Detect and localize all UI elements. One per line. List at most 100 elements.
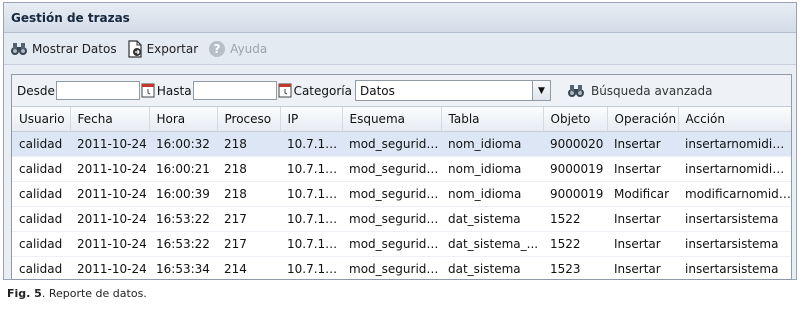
dropdown-arrow-icon[interactable]: ▼ <box>531 81 550 100</box>
table-cell: 2011-10-24 <box>70 181 149 207</box>
panel-title: Gestión de trazas <box>4 3 796 33</box>
table-cell: 16:00:21 <box>149 156 217 182</box>
table-cell: 1523 <box>543 256 607 279</box>
column-header[interactable]: Hora <box>149 107 218 132</box>
table-row[interactable]: calidad 2011-10-24 16:53:34 214 10.7.15.… <box>12 256 791 279</box>
column-header[interactable]: Fecha <box>70 107 150 132</box>
table-cell: insertarsistema <box>678 256 791 279</box>
table-cell: 218 <box>217 181 280 207</box>
table-cell: 16:53:22 <box>149 206 217 232</box>
table-row[interactable]: calidad 2011-10-24 16:00:32 218 10.7.15.… <box>12 131 791 157</box>
table-cell: 10.7.15.5 <box>280 131 342 157</box>
from-label: Desde <box>17 83 55 98</box>
table-cell: dat_sistema <box>441 256 543 279</box>
advanced-search-button[interactable]: Búsqueda avanzada <box>567 83 713 99</box>
trace-table: Usuario Fecha Hora Proceso IP Esquema Ta… <box>12 107 791 279</box>
column-header[interactable]: Esquema <box>342 107 442 132</box>
to-date-input[interactable] <box>192 81 277 100</box>
table-cell: 16:00:32 <box>149 131 217 157</box>
show-data-button[interactable]: Mostrar Datos <box>10 41 117 57</box>
table-cell: mod_seguridad <box>342 181 441 207</box>
column-header[interactable]: Objeto <box>543 107 608 132</box>
table-cell: 2011-10-24 <box>70 256 149 279</box>
table-cell: 10.7.15.5 <box>280 231 342 257</box>
table-cell: 10.7.15.5 <box>280 181 342 207</box>
table-cell: mod_seguridad <box>342 156 441 182</box>
table-cell: Insertar <box>607 131 678 157</box>
table-row[interactable]: calidad 2011-10-24 16:00:39 218 10.7.15.… <box>12 181 791 207</box>
table-row[interactable]: calidad 2011-10-24 16:00:21 218 10.7.15.… <box>12 156 791 182</box>
help-label: Ayuda <box>230 41 268 56</box>
table-cell: nom_idioma <box>441 181 543 207</box>
column-header[interactable]: Acción <box>678 107 791 132</box>
table-cell: calidad <box>12 256 70 279</box>
table-cell: dat_sistema_... <box>441 231 543 257</box>
table-cell: mod_seguridad <box>342 206 441 232</box>
binoculars-icon <box>567 84 584 97</box>
export-button[interactable]: Exportar <box>127 39 198 58</box>
table-cell: nom_idioma <box>441 131 543 157</box>
table-cell: 1522 <box>543 206 607 232</box>
from-date-input[interactable] <box>55 81 140 100</box>
table-cell: Insertar <box>607 231 678 257</box>
table-cell: mod_seguridad <box>342 131 441 157</box>
table-cell: 218 <box>217 156 280 182</box>
table-cell: 218 <box>217 131 280 157</box>
calendar-icon[interactable] <box>278 83 292 98</box>
figure-caption-text: . Reporte de datos. <box>41 287 147 300</box>
advanced-search-label: Búsqueda avanzada <box>590 83 713 98</box>
table-cell: modificarnomidi... <box>678 181 791 207</box>
table-cell: calidad <box>12 206 70 232</box>
table-cell: 9000020 <box>543 131 607 157</box>
column-header[interactable]: IP <box>280 107 343 132</box>
binoculars-icon <box>11 42 27 55</box>
table-cell: mod_seguridad <box>342 231 441 257</box>
table-cell: 2011-10-24 <box>70 131 149 157</box>
filter-bar: Desde Hasta Categoría Datos ▼ Búsqueda a… <box>12 75 791 107</box>
table-cell: insertarnomidioma <box>678 131 791 157</box>
table-cell: 217 <box>217 206 280 232</box>
table-cell: calidad <box>12 231 70 257</box>
column-header[interactable]: Proceso <box>217 107 281 132</box>
table-cell: 2011-10-24 <box>70 206 149 232</box>
table-cell: 16:00:39 <box>149 181 217 207</box>
table-cell: calidad <box>12 131 70 157</box>
table-cell: insertarsistema <box>678 231 791 257</box>
column-header[interactable]: Tabla <box>441 107 544 132</box>
figure-caption: Fig. 5. Reporte de datos. <box>7 287 147 300</box>
category-value: Datos <box>359 83 395 98</box>
table-row[interactable]: calidad 2011-10-24 16:53:22 217 10.7.15.… <box>12 206 791 232</box>
table-cell: 16:53:34 <box>149 256 217 279</box>
table-row[interactable]: calidad 2011-10-24 16:53:22 217 10.7.15.… <box>12 231 791 257</box>
help-button[interactable]: ? Ayuda <box>208 40 267 58</box>
table-cell: 217 <box>217 231 280 257</box>
svg-text:?: ? <box>214 42 221 56</box>
table-cell: Modificar <box>607 181 678 207</box>
table-cell: nom_idioma <box>441 156 543 182</box>
table-cell: Insertar <box>607 256 678 279</box>
table-cell: 10.7.15.5 <box>280 156 342 182</box>
export-icon <box>127 39 142 58</box>
table-cell: calidad <box>12 156 70 182</box>
table-cell: 2011-10-24 <box>70 156 149 182</box>
table-cell: 214 <box>217 256 280 279</box>
table-cell: calidad <box>12 181 70 207</box>
category-select[interactable]: Datos ▼ <box>354 80 551 101</box>
toolbar: Mostrar Datos Exportar ? Ayuda <box>4 33 796 65</box>
table-header-row: Usuario Fecha Hora Proceso IP Esquema Ta… <box>12 107 791 132</box>
help-icon: ? <box>209 40 226 57</box>
table-cell: 2011-10-24 <box>70 231 149 257</box>
show-data-label: Mostrar Datos <box>32 41 117 56</box>
figure-label: Fig. 5 <box>7 287 42 300</box>
table-cell: 9000019 <box>543 156 607 182</box>
table-cell: mod_seguridad <box>342 256 441 279</box>
table-cell: 9000019 <box>543 181 607 207</box>
to-label: Hasta <box>156 83 192 98</box>
table-cell: insertarnomidioma <box>678 156 791 182</box>
table-cell: insertarsistema <box>678 206 791 232</box>
table-cell: Insertar <box>607 156 678 182</box>
column-header[interactable]: Usuario <box>12 107 71 132</box>
column-header[interactable]: Operación <box>607 107 679 132</box>
trace-management-panel: Gestión de trazas Mostrar Datos Exportar <box>3 2 797 280</box>
calendar-icon[interactable] <box>141 83 155 98</box>
